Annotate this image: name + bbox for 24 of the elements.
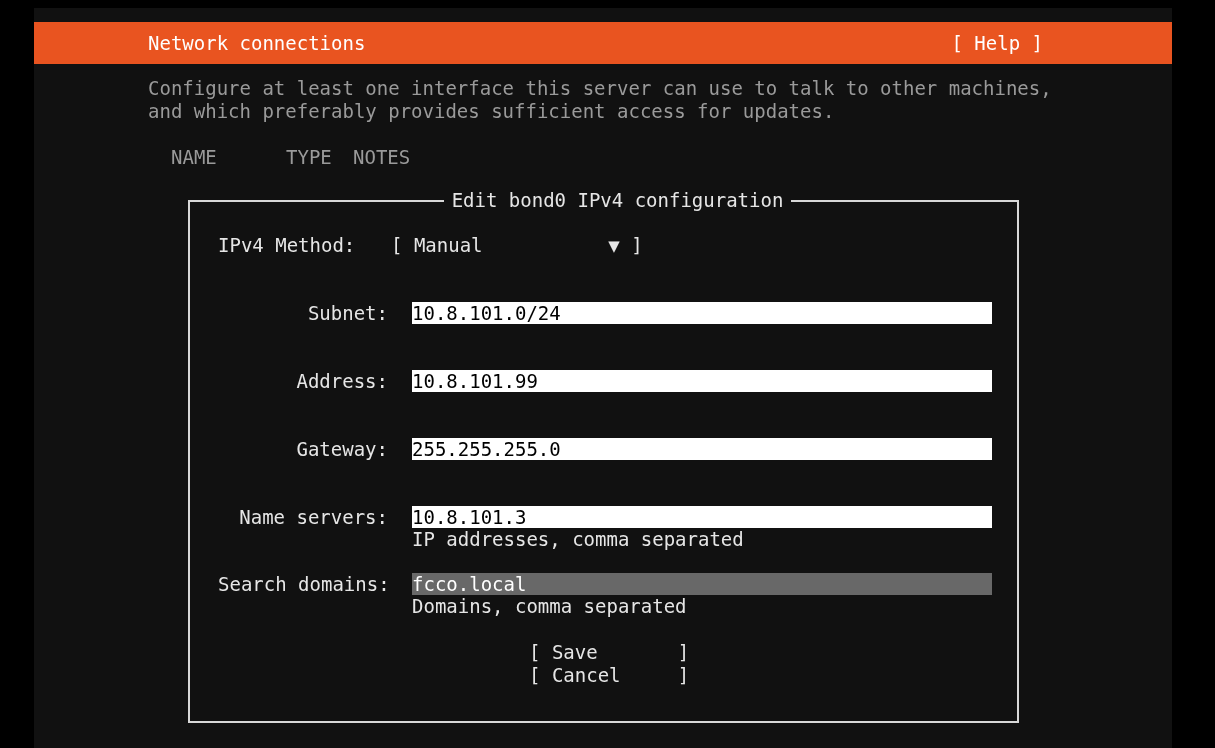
description-text: Configure at least one interface this server can use to talk to other machines, xyxy=(148,77,1053,100)
field-label: Address: xyxy=(295,370,388,393)
text-field[interactable]: 10.8.101.99 xyxy=(412,370,992,392)
field-label: Search domains: xyxy=(218,573,388,597)
field-label: IPv4 Method: xyxy=(218,234,357,257)
help-button[interactable]: [ Help ] xyxy=(951,31,1043,55)
column-header: TYPE xyxy=(286,146,333,169)
field-hint: IP addresses, comma separated xyxy=(412,528,745,551)
dialog-title: Edit bond0 IPv4 configuration xyxy=(450,189,785,212)
page-title: Network connections xyxy=(148,31,366,55)
field-label: Gateway: xyxy=(295,438,388,461)
dialog-button[interactable]: [ Save ] xyxy=(529,641,690,664)
field-label: Subnet: xyxy=(306,302,388,325)
dialog-button[interactable]: [ Cancel ] xyxy=(529,664,690,687)
description-text: and which preferably provides sufficient access for updates. xyxy=(148,100,836,123)
field-hint: Domains, comma separated xyxy=(412,595,688,618)
text-field[interactable]: 10.8.101.0/24 xyxy=(412,302,992,324)
method-dropdown[interactable]: [ Manual ▼ ] xyxy=(391,234,643,257)
column-header: NOTES xyxy=(353,146,412,169)
text-field[interactable]: 255.255.255.0 xyxy=(412,438,992,460)
text-field[interactable]: 10.8.101.3 xyxy=(412,506,992,528)
field-label: Name servers: xyxy=(238,506,388,530)
text-field[interactable]: fcco.local xyxy=(412,573,992,595)
column-header: NAME xyxy=(171,146,218,169)
